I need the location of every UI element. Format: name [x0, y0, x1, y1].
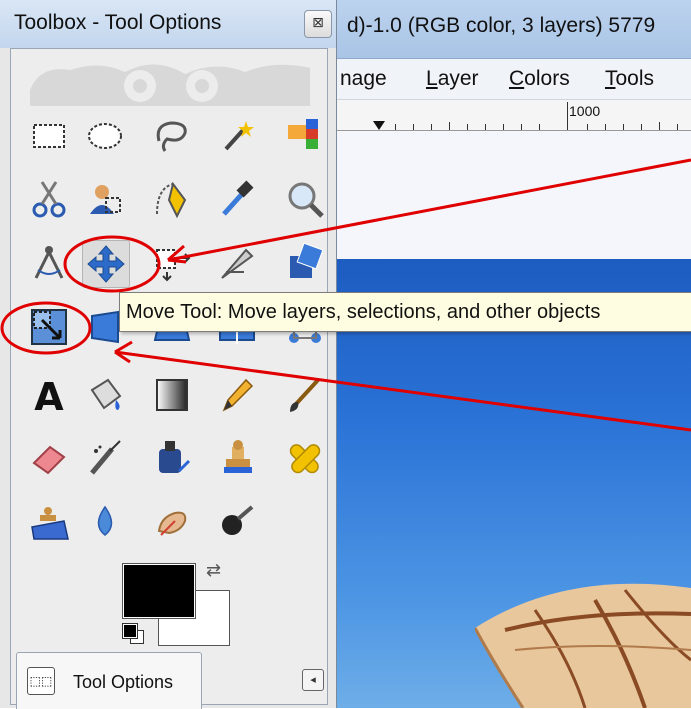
dodge-burn-tool-button[interactable] — [214, 499, 260, 545]
image-window: d)-1.0 (RGB color, 3 layers) 5779 nage L… — [335, 0, 691, 708]
heal-tool-button[interactable] — [282, 435, 328, 481]
menu-item-tools[interactable]: Tools — [605, 67, 654, 91]
measure-tool-button[interactable] — [26, 240, 72, 286]
clone-stamp-icon — [224, 440, 252, 473]
pen-path-icon — [156, 181, 187, 219]
ruler-label: 1000 — [569, 103, 601, 119]
horizontal-ruler[interactable]: 1000 — [335, 100, 691, 131]
wilber-logo-icon — [30, 64, 310, 106]
airbrush-tool-button[interactable] — [82, 435, 128, 481]
zoom-tool-button[interactable] — [282, 176, 328, 222]
menu-item-image[interactable]: nage — [340, 67, 387, 91]
foreground-select-tool-button[interactable] — [82, 176, 128, 222]
close-button[interactable]: ⊠ — [304, 10, 332, 38]
smudge-tool-button[interactable] — [149, 499, 195, 545]
smudge-finger-icon — [157, 511, 187, 536]
svg-text:A: A — [34, 375, 64, 416]
perspective-clone-tool-button[interactable] — [26, 499, 72, 545]
scissors-select-tool-button[interactable] — [26, 176, 72, 222]
fg-bg-color-area: ⇄ — [120, 560, 236, 650]
eraser-tool-button[interactable] — [26, 435, 72, 481]
umbrella-image — [475, 583, 691, 708]
lasso-icon — [156, 121, 187, 152]
tool-options-icon: ⬚⬚ — [27, 667, 55, 695]
heal-bandage-icon — [289, 444, 321, 474]
scale-tool-button[interactable] — [26, 304, 72, 350]
ellipse-select-icon — [88, 123, 122, 149]
move-arrows-icon — [87, 245, 125, 283]
blur-sharpen-tool-button[interactable] — [82, 499, 128, 545]
clone-tool-button[interactable] — [214, 435, 260, 481]
airbrush-icon — [90, 440, 121, 475]
image-menubar: nage Layer Colors Tools — [335, 59, 691, 100]
color-picker-tool-button[interactable] — [214, 176, 260, 222]
menu-item-colors[interactable]: Colors — [509, 67, 570, 91]
water-drop-icon — [97, 505, 113, 536]
rotate-tool-button[interactable] — [282, 240, 328, 286]
ink-bottle-icon — [159, 441, 191, 473]
scissors-icon — [32, 181, 66, 218]
toolbox-title: Toolbox - Tool Options — [14, 11, 222, 34]
crop-tool-button[interactable] — [214, 240, 260, 286]
tab-tool-options-label: Tool Options — [73, 672, 174, 692]
select-by-color-tool-button[interactable] — [282, 113, 328, 159]
dodge-burn-icon — [222, 505, 254, 535]
pencil-tool-button[interactable] — [214, 372, 260, 418]
canvas-padding — [335, 131, 691, 259]
color-select-icon — [288, 119, 318, 149]
move-tool-button[interactable] — [82, 240, 130, 288]
rect-select-tool-button[interactable] — [26, 113, 72, 159]
ellipse-select-tool-button[interactable] — [82, 113, 128, 159]
image-window-title: d)-1.0 (RGB color, 3 layers) 5779 — [347, 14, 656, 37]
toolbox-window: Toolbox - Tool Options ⊠ A ⇄ ⬚⬚ Tool Opt… — [0, 0, 337, 709]
tab-menu-button[interactable]: ◂ — [302, 669, 324, 691]
perspective-clone-icon — [31, 507, 69, 540]
swap-colors-icon[interactable]: ⇄ — [206, 560, 221, 581]
magic-wand-icon — [224, 121, 254, 151]
pencil-icon — [222, 378, 254, 412]
magnifier-icon — [288, 182, 324, 218]
rotate-icon — [290, 242, 324, 278]
align-icon — [156, 249, 191, 282]
tooltip-text: Move Tool: Move layers, selections, and … — [126, 301, 601, 323]
foreground-color-swatch[interactable] — [122, 563, 196, 619]
fuzzy-select-tool-button[interactable] — [214, 113, 260, 159]
image-window-titlebar[interactable]: d)-1.0 (RGB color, 3 layers) 5779 — [335, 0, 691, 59]
move-tool-tooltip: Move Tool: Move layers, selections, and … — [119, 292, 691, 332]
align-tool-button[interactable] — [149, 240, 195, 286]
tab-tool-options[interactable]: ⬚⬚ Tool Options — [16, 652, 202, 709]
scale-icon — [31, 309, 67, 345]
foreground-select-icon — [90, 185, 121, 214]
eyedropper-icon — [222, 180, 254, 216]
menu-item-layer[interactable]: Layer — [426, 67, 479, 91]
toolbox-titlebar[interactable]: Toolbox - Tool Options ⊠ — [0, 0, 336, 48]
paint-bucket-icon — [90, 378, 122, 410]
paths-tool-button[interactable] — [149, 176, 195, 222]
bucket-fill-tool-button[interactable] — [82, 372, 128, 418]
ink-tool-button[interactable] — [149, 435, 195, 481]
free-select-tool-button[interactable] — [149, 113, 195, 159]
paintbrush-tool-button[interactable] — [282, 372, 328, 418]
gradient-icon — [156, 379, 188, 411]
rect-select-icon — [33, 124, 65, 148]
crop-knife-icon — [221, 248, 254, 279]
eraser-icon — [32, 445, 66, 475]
compass-icon — [34, 246, 64, 279]
blend-tool-button[interactable] — [149, 372, 195, 418]
paintbrush-icon — [290, 378, 320, 412]
ruler-position-marker — [373, 121, 385, 130]
text-a-icon: A — [34, 375, 64, 416]
default-colors-fg-icon[interactable] — [122, 623, 138, 639]
text-tool-button[interactable]: A — [26, 372, 72, 418]
